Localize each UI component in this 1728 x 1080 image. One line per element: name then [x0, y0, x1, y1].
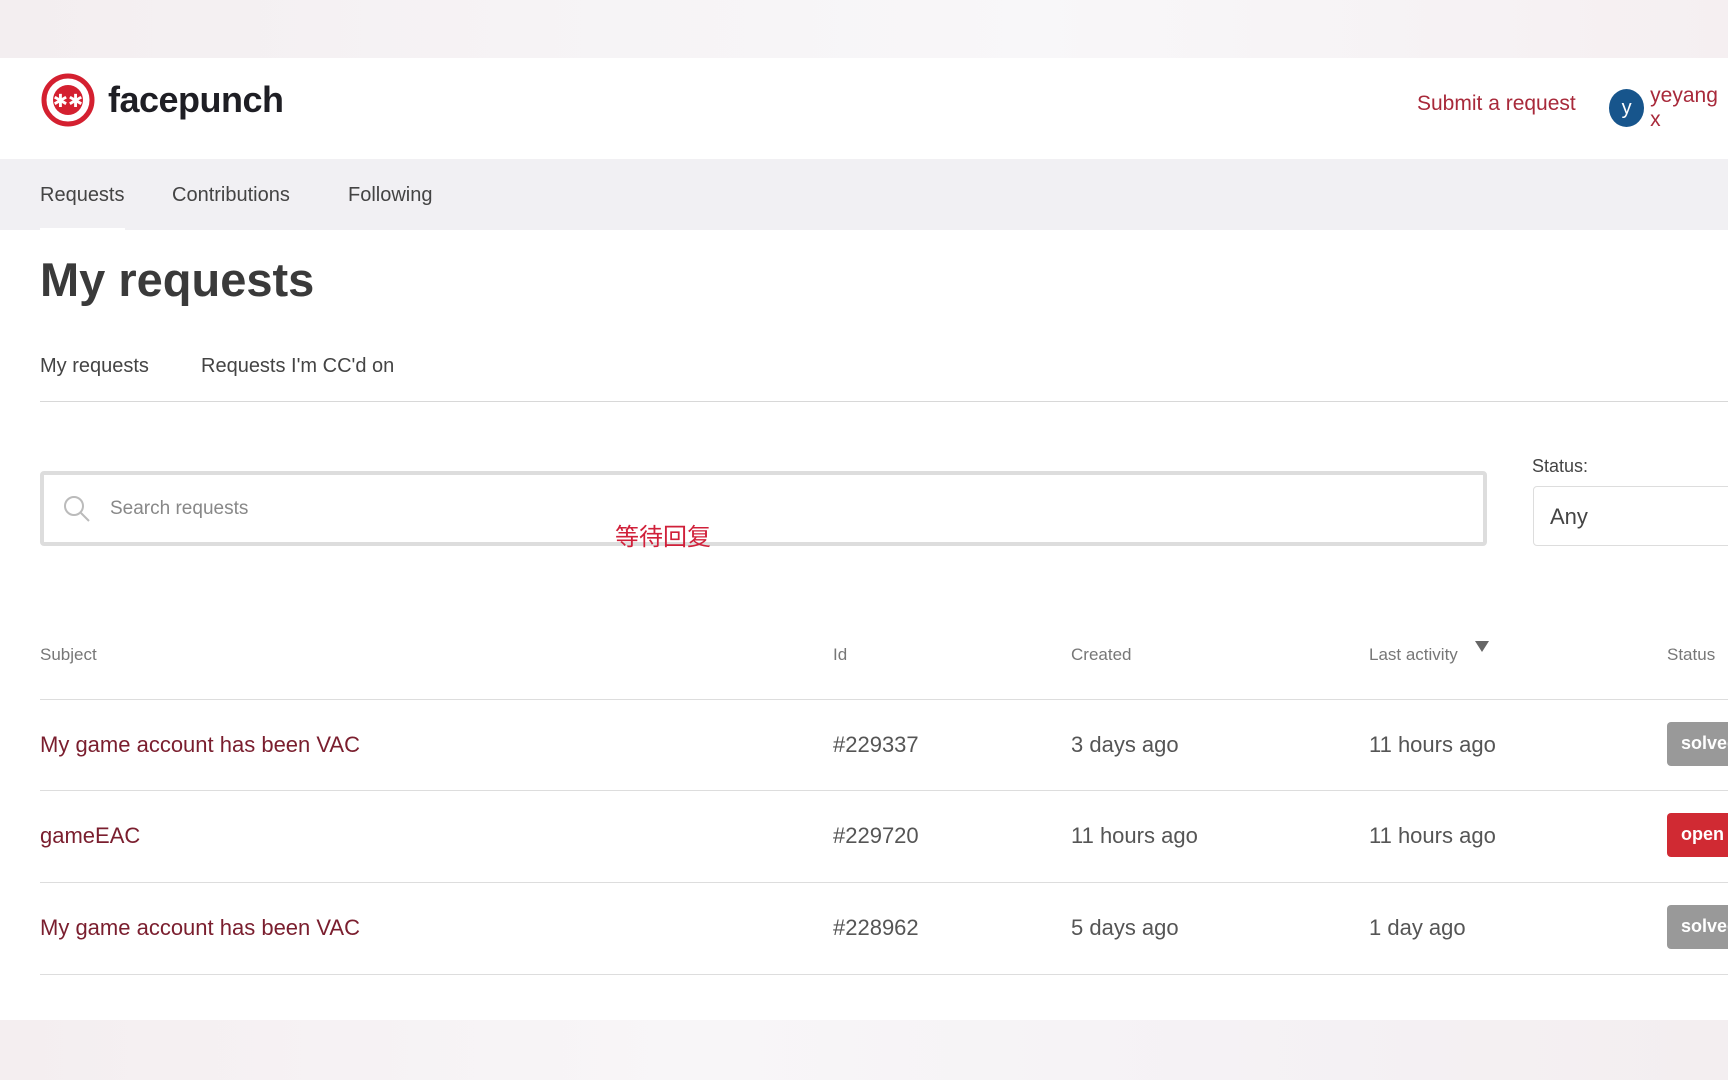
request-created: 3 days ago [1071, 732, 1179, 757]
search-icon [64, 495, 90, 522]
status-badge: open [1667, 813, 1728, 857]
request-subject-link[interactable]: gameEAC [40, 823, 140, 849]
row-divider [40, 882, 1728, 883]
request-id: #229337 [833, 732, 919, 757]
request-subject-link[interactable]: My game account has been VAC [40, 915, 360, 941]
tab-my-requests[interactable]: My requests [40, 355, 149, 378]
nav-bar: Requests Contributions Following [0, 159, 1728, 232]
divider [40, 401, 1728, 402]
request-created: 11 hours ago [1071, 823, 1198, 848]
bottom-band [0, 1020, 1728, 1080]
request-last-activity: 11 hours ago [1369, 732, 1496, 757]
sort-desc-icon[interactable] [1475, 641, 1489, 653]
header: ✱✱ facepunch Submit a request y yeyang x [0, 58, 1728, 159]
annotation-text: 等待回复 [615, 524, 711, 551]
request-last-activity: 1 day ago [1369, 915, 1466, 940]
request-id: #229720 [833, 823, 919, 848]
status-badge: solved [1667, 905, 1728, 949]
row-divider [40, 974, 1728, 975]
request-last-activity: 11 hours ago [1369, 823, 1496, 848]
status-filter-select[interactable]: Any [1533, 486, 1728, 546]
request-created: 5 days ago [1071, 915, 1179, 940]
user-menu[interactable]: y yeyang x [1609, 84, 1728, 132]
nav-contributions[interactable]: Contributions [172, 184, 290, 207]
nav-following[interactable]: Following [348, 184, 432, 207]
username: yeyang x [1650, 84, 1718, 131]
request-id: #228962 [833, 915, 919, 940]
logo-icon: ✱✱ [41, 73, 95, 127]
tab-cc-requests[interactable]: Requests I'm CC'd on [201, 355, 394, 378]
status-badge: solved [1667, 722, 1728, 766]
avatar: y [1609, 89, 1645, 127]
status-filter-label: Status: [1532, 456, 1589, 476]
col-created[interactable]: Created [1071, 645, 1131, 665]
facepunch-logo[interactable]: ✱✱ facepunch [40, 72, 284, 128]
submit-request-link[interactable]: Submit a request [1417, 92, 1576, 116]
request-subject-link[interactable]: My game account has been VAC [40, 732, 360, 758]
col-id[interactable]: Id [833, 645, 847, 665]
row-divider [40, 790, 1728, 791]
top-band [0, 0, 1728, 58]
search-box [40, 471, 1487, 546]
brand-name: facepunch [108, 79, 284, 120]
nav-requests[interactable]: Requests [40, 184, 125, 232]
col-status[interactable]: Status [1667, 645, 1715, 665]
svg-text:✱✱: ✱✱ [53, 91, 83, 112]
col-last-activity[interactable]: Last activity [1369, 645, 1458, 665]
row-divider [40, 699, 1728, 700]
col-subject[interactable]: Subject [40, 645, 97, 665]
page-title: My requests [40, 253, 315, 306]
